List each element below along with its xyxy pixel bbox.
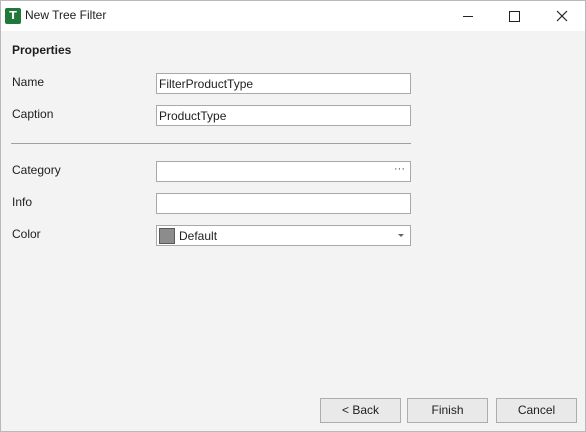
name-field-value: FilterProductType [159, 77, 254, 91]
cancel-button[interactable]: Cancel [496, 398, 577, 423]
maximize-icon [508, 10, 520, 22]
close-icon [556, 10, 568, 22]
category-label: Category [12, 163, 61, 177]
minimize-icon [463, 15, 473, 17]
window-title: New Tree Filter [25, 8, 107, 22]
app-icon: T [5, 8, 21, 24]
color-dropdown[interactable]: Default [156, 225, 411, 246]
info-label: Info [12, 195, 33, 209]
caption-field-value: ProductType [159, 109, 227, 123]
name-field[interactable]: FilterProductType [156, 73, 411, 94]
close-button[interactable] [539, 1, 585, 31]
info-field[interactable] [156, 193, 411, 214]
section-title: Properties [12, 43, 72, 57]
title-bar[interactable]: T New Tree Filter [1, 1, 585, 31]
back-button[interactable]: < Back [320, 398, 401, 423]
dialog-window: T New Tree Filter Properties Name Filter… [0, 0, 586, 432]
caption-label: Caption [12, 107, 54, 121]
name-label: Name [12, 75, 45, 89]
dialog-content: Properties Name FilterProductType Captio… [1, 31, 585, 431]
divider [11, 143, 411, 144]
color-swatch [159, 228, 175, 244]
maximize-button[interactable] [491, 1, 537, 31]
chevron-down-icon [398, 234, 404, 237]
finish-button[interactable]: Finish [407, 398, 488, 423]
color-dropdown-value: Default [179, 229, 218, 243]
browse-ellipsis-button[interactable]: ··· [394, 163, 405, 175]
minimize-button[interactable] [445, 1, 491, 31]
color-label: Color [12, 227, 41, 241]
caption-field[interactable]: ProductType [156, 105, 411, 126]
category-field[interactable]: ··· [156, 161, 411, 182]
